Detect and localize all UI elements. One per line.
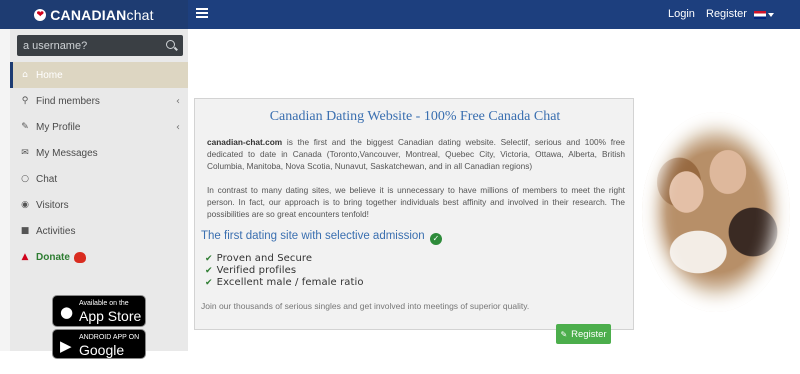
join-text: Join our thousands of serious singles an… — [201, 301, 530, 311]
uk-flag-icon[interactable] — [754, 11, 766, 19]
feature-item: ✔ Verified profiles — [205, 265, 296, 276]
folder-icon: ■ — [20, 226, 30, 236]
brand-logo[interactable]: ❤ CANADIANchat — [0, 0, 188, 29]
check-icon: ✔ — [205, 278, 213, 288]
intro-panel: Canadian Dating Website - 100% Free Cana… — [194, 98, 634, 330]
check-icon: ✔ — [205, 254, 213, 264]
subheading-text: The first dating site with selective adm… — [201, 230, 425, 242]
sidebar-item-my-messages[interactable]: ✉ My Messages — [10, 140, 188, 166]
sidebar-item-activities[interactable]: ■ Activities — [10, 218, 188, 244]
feature-text: Proven and Secure — [216, 253, 313, 264]
feature-text: Excellent male / female ratio — [216, 277, 364, 288]
sidebar-item-label: Home — [36, 69, 63, 81]
feature-item: ✔ Excellent male / female ratio — [205, 277, 364, 288]
sidebar-item-chat[interactable]: ○ Chat — [10, 166, 188, 192]
feature-text: Verified profiles — [216, 265, 297, 276]
sidebar-item-label: Activities — [36, 225, 76, 237]
pencil-icon: ✎ — [560, 329, 568, 339]
menu-toggle-icon[interactable] — [196, 8, 208, 20]
thumbs-up-icon: ▲ — [21, 252, 29, 262]
maple-leaf-icon: ❤ — [34, 8, 47, 21]
intro-paragraph: canadian-chat.com is the first and the b… — [207, 136, 625, 172]
app-store-big-text: App Store — [79, 308, 142, 324]
register-button-label: Register — [571, 328, 607, 340]
envelope-icon: ✉ — [21, 148, 29, 158]
site-name: canadian-chat.com — [207, 137, 283, 147]
sidebar-item-home[interactable]: ⌂ Home — [10, 62, 188, 88]
app-store-badge[interactable]: ● Available on the App Store — [52, 295, 146, 327]
google-play-big-text: Google Play — [79, 342, 125, 374]
sidebar-item-label: Donate — [36, 251, 70, 263]
eye-icon: ◉ — [21, 200, 29, 210]
username-search-input[interactable] — [23, 38, 153, 53]
sidebar-item-donate[interactable]: ▲ Donate — [10, 244, 188, 270]
search-icon[interactable] — [166, 40, 175, 49]
search-icon: ⚲ — [21, 96, 29, 106]
play-icon: ▶ — [60, 337, 72, 355]
register-button[interactable]: ✎ Register — [556, 324, 611, 344]
sidebar-item-my-profile[interactable]: ✎ My Profile ‹ — [10, 114, 188, 140]
photo-vignette — [642, 112, 790, 312]
heart-icon — [73, 251, 86, 263]
register-link[interactable]: Register — [706, 8, 747, 20]
google-play-small-text: ANDROID APP ON — [79, 334, 140, 341]
sidebar-item-label: Visitors — [36, 199, 69, 211]
chat-bubble-icon: ○ — [21, 174, 29, 184]
search-box — [17, 35, 183, 56]
edit-icon: ✎ — [21, 122, 29, 132]
sidebar-item-visitors[interactable]: ◉ Visitors — [10, 192, 188, 218]
sidebar-item-label: My Messages — [36, 147, 98, 159]
sidebar-edge — [0, 29, 10, 351]
sidebar-item-label: Chat — [36, 173, 58, 185]
verified-check-icon: ✓ — [429, 233, 442, 245]
sidebar-item-label: My Profile — [36, 121, 81, 133]
sidebar-item-find-members[interactable]: ⚲ Find members ‹ — [10, 88, 188, 114]
app-store-small-text: Available on the — [79, 300, 129, 307]
sidebar-item-label: Find members — [36, 95, 100, 107]
google-play-badge[interactable]: ▶ ANDROID APP ON Google Play — [52, 329, 146, 374]
chevron-left-icon: ‹ — [176, 95, 180, 107]
chevron-left-icon: ‹ — [176, 121, 180, 133]
check-icon: ✔ — [205, 266, 213, 276]
selective-admission-heading: The first dating site with selective adm… — [201, 230, 442, 245]
chevron-down-icon[interactable] — [768, 13, 774, 17]
feature-item: ✔ Proven and Secure — [205, 253, 312, 264]
page-title: Canadian Dating Website - 100% Free Cana… — [269, 109, 561, 124]
apple-icon: ● — [60, 303, 74, 321]
approach-paragraph: In contrast to many dating sites, we bel… — [207, 185, 625, 219]
brand-text: CANADIANchat — [50, 6, 154, 23]
home-icon: ⌂ — [22, 70, 28, 80]
login-link[interactable]: Login — [668, 8, 695, 20]
